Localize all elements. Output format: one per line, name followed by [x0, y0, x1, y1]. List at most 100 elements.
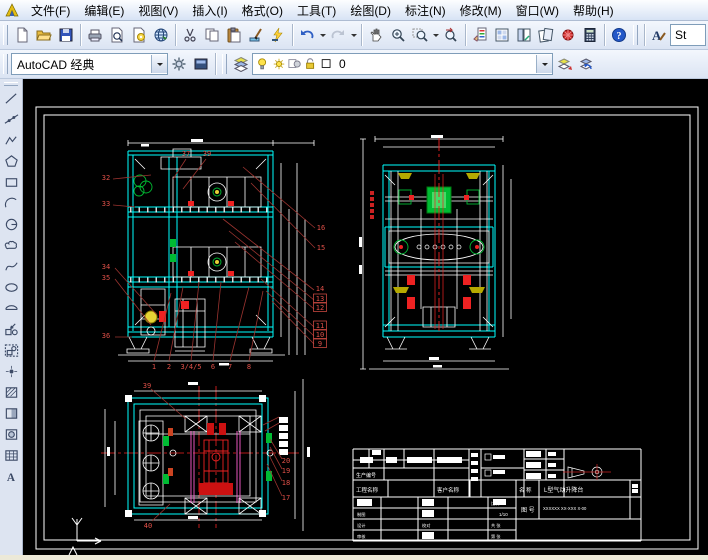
layer-caret[interactable]	[536, 55, 552, 73]
designcenter-button[interactable]	[491, 24, 513, 46]
redo-dropdown[interactable]	[349, 24, 358, 46]
title-block-text-block	[632, 484, 638, 488]
toolbar-grip[interactable]	[222, 54, 227, 74]
open-file-button[interactable]	[33, 24, 55, 46]
paper-border	[36, 107, 698, 549]
callout-18: 18	[282, 479, 290, 487]
polyline-button[interactable]	[1, 130, 22, 151]
ellipse-button[interactable]	[1, 277, 22, 298]
layer-previous-button[interactable]	[575, 53, 597, 75]
menu-item[interactable]: 窗口(W)	[509, 0, 566, 21]
toolbar-grip[interactable]	[3, 25, 8, 45]
zoom-realtime-button[interactable]	[387, 24, 409, 46]
layer-dropdown[interactable]: 0	[252, 53, 553, 75]
layer-properties-button[interactable]	[230, 53, 252, 75]
plot-button[interactable]	[84, 24, 106, 46]
point-button[interactable]	[1, 361, 22, 382]
copy-button[interactable]	[201, 24, 223, 46]
menu-item[interactable]: 帮助(H)	[566, 0, 621, 21]
front-view: 32333435363739161514131211109123/4/5678	[102, 140, 327, 371]
menu-item[interactable]: 工具(T)	[290, 0, 343, 21]
zoom-previous-button[interactable]	[440, 24, 462, 46]
table-button[interactable]	[1, 445, 22, 466]
match-properties-button[interactable]	[245, 24, 267, 46]
publish-button[interactable]	[128, 24, 150, 46]
save-button[interactable]	[55, 24, 77, 46]
undo-button[interactable]	[296, 24, 318, 46]
rectangle-button[interactable]	[1, 172, 22, 193]
line-icon	[4, 91, 19, 106]
text-style-button[interactable]: A	[648, 24, 670, 46]
title-block-text-block	[407, 457, 432, 463]
gradient-button[interactable]	[1, 403, 22, 424]
drawing-canvas[interactable]: 32333435363739161514131211109123/4/5678	[23, 79, 708, 555]
polygon-button[interactable]	[1, 151, 22, 172]
sheetset-manager-button[interactable]	[535, 24, 557, 46]
toolbar-grip[interactable]	[633, 25, 638, 45]
menu-item[interactable]: 视图(V)	[131, 0, 185, 21]
svg-text:?: ?	[617, 31, 622, 42]
workspace-caret[interactable]	[151, 55, 167, 73]
undo-dropdown[interactable]	[318, 24, 327, 46]
zoom-previous-icon	[443, 27, 459, 43]
lock-unlocked-icon	[304, 57, 318, 71]
menu-item[interactable]: 格式(O)	[235, 0, 290, 21]
title-block-label: 生产编号	[356, 472, 376, 479]
point-icon	[4, 364, 19, 379]
construction-line-icon	[4, 112, 19, 127]
menu-item[interactable]: 修改(M)	[453, 0, 509, 21]
plot-preview-button[interactable]	[106, 24, 128, 46]
quickcalc-button[interactable]	[579, 24, 601, 46]
tool-palettes-button[interactable]	[513, 24, 535, 46]
callout-32: 32	[102, 174, 110, 182]
ellipse-arc-button[interactable]	[1, 298, 22, 319]
insert-block-button[interactable]	[1, 319, 22, 340]
spline-button[interactable]	[1, 256, 22, 277]
rectangle-icon	[4, 175, 19, 190]
construction-line-button[interactable]	[1, 109, 22, 130]
hatch-button[interactable]	[1, 382, 22, 403]
menu-item[interactable]: 插入(I)	[185, 0, 234, 21]
zoom-window-button[interactable]	[409, 24, 431, 46]
callout-37: 37	[182, 150, 190, 158]
web-button[interactable]	[150, 24, 172, 46]
pan-button[interactable]	[365, 24, 387, 46]
revision-cloud-button[interactable]	[1, 235, 22, 256]
save-icon	[58, 27, 74, 43]
markup-manager-button[interactable]	[557, 24, 579, 46]
multiline-text-button[interactable]: A	[1, 466, 22, 487]
cut-button[interactable]	[179, 24, 201, 46]
arc-button[interactable]	[1, 193, 22, 214]
help-button[interactable]: ?	[608, 24, 630, 46]
block-editor-button[interactable]	[267, 24, 289, 46]
region-button[interactable]	[1, 424, 22, 445]
make-block-button[interactable]	[1, 340, 22, 361]
title-block-label: 制图	[357, 511, 365, 518]
my-workspace-button[interactable]	[190, 53, 212, 75]
redo-button[interactable]	[327, 24, 349, 46]
polyline-icon	[4, 133, 19, 148]
text-style-field[interactable]: St	[670, 24, 706, 46]
menu-item[interactable]: 绘图(D)	[343, 0, 398, 21]
workspace-settings-button[interactable]	[168, 53, 190, 75]
zoom-window-icon	[412, 27, 428, 43]
title-block-label: 设计	[357, 522, 365, 529]
zoom-window-dropdown[interactable]	[431, 24, 440, 46]
toolbar-grip[interactable]	[3, 54, 8, 74]
line-button[interactable]	[1, 88, 22, 109]
toolbar-grip[interactable]	[4, 82, 18, 86]
menu-item[interactable]: 编辑(E)	[77, 0, 131, 21]
sheetset-manager-icon	[538, 27, 554, 43]
multiline-text-icon: A	[4, 469, 19, 484]
make-object-layer-current-button[interactable]	[553, 53, 575, 75]
toolbar-separator	[215, 53, 216, 75]
paste-button[interactable]	[223, 24, 245, 46]
menu-item[interactable]: 标注(N)	[398, 0, 453, 21]
new-file-button[interactable]	[11, 24, 33, 46]
title-block-text-block	[386, 457, 397, 463]
circle-button[interactable]	[1, 214, 22, 235]
menu-item[interactable]: 文件(F)	[24, 0, 77, 21]
workspace-dropdown[interactable]: AutoCAD 经典	[11, 53, 168, 75]
callout-2: 2	[167, 363, 171, 371]
properties-button[interactable]	[469, 24, 491, 46]
